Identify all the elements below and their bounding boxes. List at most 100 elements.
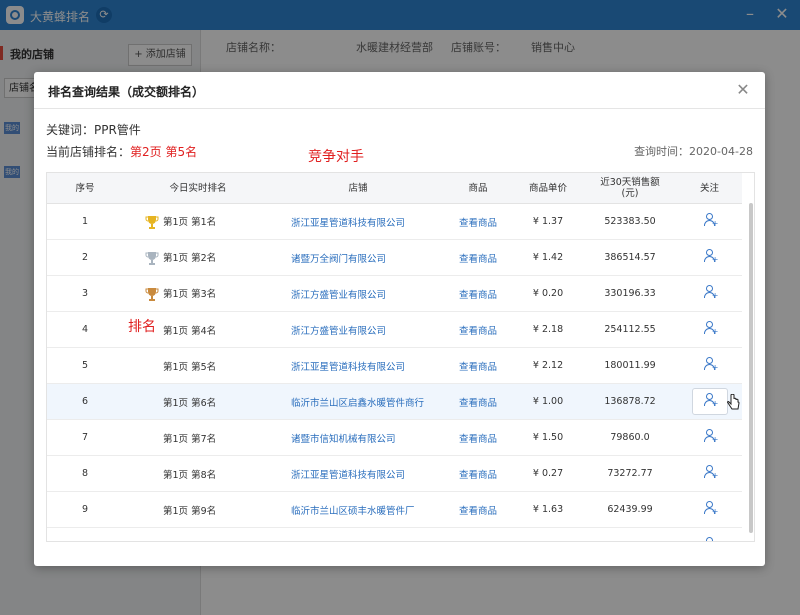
shop-link[interactable]: 诸暨万全阀门有限公司: [273, 239, 443, 276]
row-rank-text: 第1页 第5名: [163, 361, 217, 373]
competitor-annotation: 竞争对手: [308, 149, 364, 165]
view-product-link[interactable]: 查看商品: [443, 419, 513, 456]
follow-button[interactable]: +: [691, 388, 728, 415]
row-rank-text: 第1页 第1名: [163, 216, 217, 228]
row-sales: 62439.99: [583, 491, 677, 528]
row-sales: 136878.72: [583, 383, 677, 420]
table-header: 序号 今日实时排名 店铺 商品 商品单价 近30天销售额(元) 关注: [47, 173, 742, 204]
view-product-link[interactable]: 查看商品: [443, 455, 513, 492]
current-rank-value: 第2页 第5名: [130, 145, 198, 159]
rank-annotation: 排名: [128, 319, 156, 335]
trophy-icon: [145, 287, 159, 301]
table-row: 2 第1页 第2名 诸暨万全阀门有限公司 查看商品 ¥ 1.42 386514.57 +: [47, 239, 742, 276]
follow-button[interactable]: +: [703, 465, 719, 482]
row-no: 8: [47, 455, 123, 492]
row-rank-text: 第1页 第9名: [163, 505, 217, 517]
col-price: 商品单价: [513, 173, 583, 204]
table-row: 7 第1页 第7名 诸暨市信知机械有限公司 查看商品 ¥ 1.50 79860.0 +: [47, 419, 742, 456]
follow-icon: +: [703, 249, 719, 264]
shop-link[interactable]: 浙江亚星管道科技有限公司: [273, 455, 443, 492]
row-rank: 第1页 第1名: [123, 203, 273, 240]
view-product-link[interactable]: 查看商品: [443, 311, 513, 348]
row-no: 3: [47, 275, 123, 312]
row-price: ¥ 1.50: [513, 419, 583, 456]
row-follow: +: [677, 275, 742, 312]
row-no: 4: [47, 311, 123, 348]
follow-icon: +: [703, 465, 719, 480]
row-follow: +: [677, 455, 742, 492]
view-product-link[interactable]: 查看商品: [443, 275, 513, 312]
shop-link[interactable]: 诸暨市信知机械有限公司: [273, 419, 443, 456]
row-price: ¥ 2.18: [513, 311, 583, 348]
col-shop: 店铺: [273, 173, 443, 204]
view-product-link[interactable]: 查看商品: [443, 383, 513, 420]
col-product: 商品: [443, 173, 513, 204]
row-rank: 第1页 第3名: [123, 275, 273, 312]
row-sales: 386514.57: [583, 239, 677, 276]
current-rank-label: 当前店铺排名：: [46, 145, 131, 159]
row-sales: 79860.0: [583, 419, 677, 456]
row-no: 6: [47, 383, 123, 420]
follow-button[interactable]: +: [703, 429, 719, 446]
row-no: 1: [47, 203, 123, 240]
table-row: 8 第1页 第8名 浙江亚星管道科技有限公司 查看商品 ¥ 0.27 73272.77 +: [47, 455, 742, 492]
table-row: 1 第1页 第1名 浙江亚星管道科技有限公司 查看商品 ¥ 1.37 523383.50 +: [47, 203, 742, 240]
shop-link[interactable]: 浙江亚星管道科技有限公司: [273, 203, 443, 240]
view-product-link[interactable]: 查看商品: [443, 527, 513, 541]
row-rank-text: 第1页 第8名: [163, 469, 217, 481]
row-price: ¥ 1.37: [513, 203, 583, 240]
row-follow: +: [677, 491, 742, 528]
keyword-label: 关键词：PPR管件: [46, 123, 141, 137]
view-product-link[interactable]: 查看商品: [443, 347, 513, 384]
follow-button[interactable]: +: [703, 357, 719, 374]
row-follow: +: [677, 347, 742, 384]
follow-button[interactable]: +: [703, 321, 719, 338]
close-icon[interactable]: ✕: [735, 80, 751, 99]
row-rank-text: 第1页 第6名: [163, 397, 217, 409]
shop-link[interactable]: 临沂市兰山区启鑫水暖管件商行: [273, 383, 443, 420]
row-rank: 第1页 第5名: [123, 347, 273, 384]
shop-link[interactable]: 浙江方盛管业有限公司: [273, 311, 443, 348]
shop-link[interactable]: 元氏县双龙管材加工部: [273, 527, 443, 541]
shop-link[interactable]: 浙江亚星管道科技有限公司: [273, 347, 443, 384]
row-rank-text: 第1页 第7名: [163, 433, 217, 445]
col-no: 序号: [47, 173, 123, 204]
follow-icon: +: [703, 501, 719, 516]
view-product-link[interactable]: 查看商品: [443, 239, 513, 276]
ranking-table: 序号 今日实时排名 店铺 商品 商品单价 近30天销售额(元) 关注 1 第1页 …: [46, 172, 755, 542]
row-sales: 254112.55: [583, 311, 677, 348]
table-row: 6 第1页 第6名 临沂市兰山区启鑫水暖管件商行 查看商品 ¥ 1.00 136878.7…: [47, 383, 742, 420]
dialog-title: 排名查询结果（成交额排名）: [48, 85, 205, 99]
col-sales: 近30天销售额(元): [583, 173, 677, 204]
follow-icon: +: [703, 357, 719, 372]
follow-button[interactable]: +: [703, 213, 719, 230]
row-sales: 330196.33: [583, 275, 677, 312]
row-sales: 523383.50: [583, 203, 677, 240]
follow-button[interactable]: +: [703, 285, 719, 302]
table-scrollbar[interactable]: [749, 203, 753, 533]
follow-icon: +: [703, 393, 719, 408]
shop-link[interactable]: 浙江方盛管业有限公司: [273, 275, 443, 312]
follow-icon: +: [703, 537, 717, 541]
row-rank: 第1页 第10名: [123, 527, 273, 541]
row-price: ¥ 0.27: [513, 455, 583, 492]
row-no: 9: [47, 491, 123, 528]
row-sales: 180011.99: [583, 347, 677, 384]
view-product-link[interactable]: 查看商品: [443, 203, 513, 240]
ranking-table-grid: 序号 今日实时排名 店铺 商品 商品单价 近30天销售额(元) 关注 1 第1页 …: [47, 173, 742, 541]
row-sales: 60881.35: [583, 527, 677, 541]
table-row: 10 第1页 第10名 元氏县双龙管材加工部查看商品¥ 0.1460881.35 +: [47, 527, 742, 541]
row-rank: 第1页 第6名: [123, 383, 273, 420]
follow-button[interactable]: +: [703, 501, 719, 518]
row-no: 5: [47, 347, 123, 384]
row-rank-text: 第1页 第4名: [163, 325, 217, 337]
view-product-link[interactable]: 查看商品: [443, 491, 513, 528]
follow-button[interactable]: +: [703, 249, 719, 266]
row-follow: +: [677, 527, 742, 541]
row-price: ¥ 2.12: [513, 347, 583, 384]
row-rank: 第1页 第7名: [123, 419, 273, 456]
row-price: ¥ 1.00: [513, 383, 583, 420]
shop-link[interactable]: 临沂市兰山区硕丰水暖管件厂: [273, 491, 443, 528]
divider: [34, 108, 765, 109]
ranking-result-dialog: 排名查询结果（成交额排名） ✕ 关键词：PPR管件 当前店铺排名：第2页 第5名…: [34, 72, 765, 566]
